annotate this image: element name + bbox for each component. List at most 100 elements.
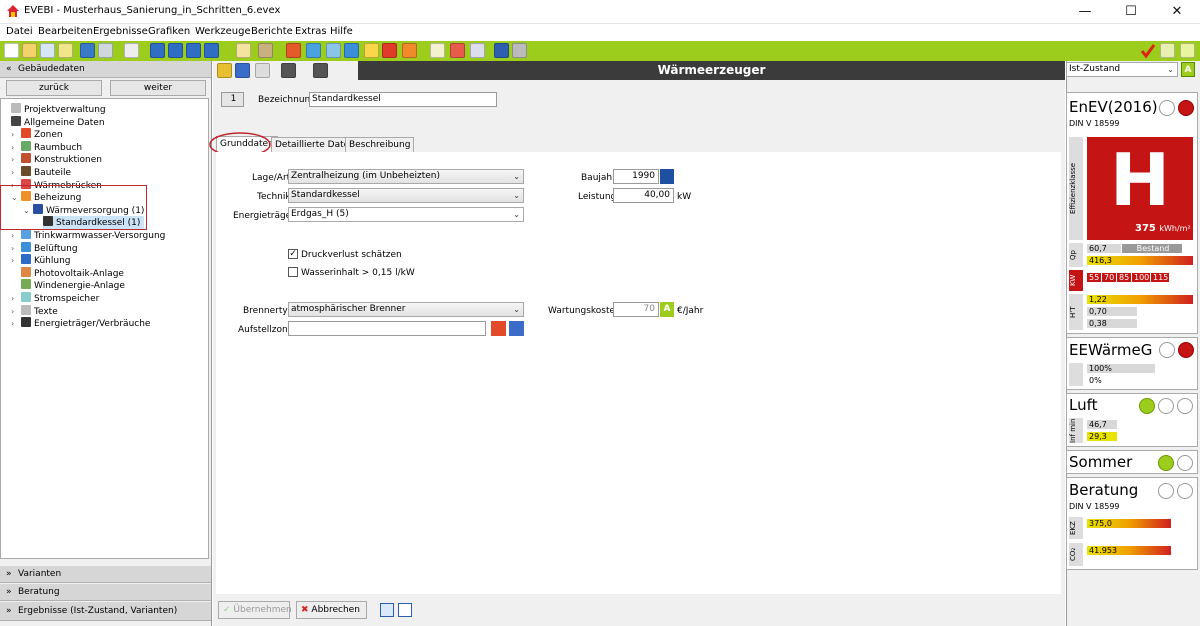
technik-select[interactable]: Standardkessel ⌄	[288, 188, 524, 203]
import-icon[interactable]	[80, 43, 95, 58]
tree-view: Projektverwaltung Allgemeine Daten › Zone…	[0, 98, 209, 559]
dena-icon[interactable]	[98, 43, 113, 58]
building-icon[interactable]	[286, 43, 301, 58]
house-tool-icon[interactable]	[402, 43, 417, 58]
qp-ist-bar: 416,3	[1087, 256, 1193, 265]
tree-item[interactable]: › Konstruktionen	[11, 153, 102, 166]
tree-item[interactable]: › Zonen	[11, 128, 63, 141]
info-icon[interactable]	[512, 43, 527, 58]
section-ergebnisse[interactable]: » Ergebnisse (Ist-Zustand, Varianten)	[0, 602, 211, 621]
menu-extras[interactable]: Extras	[295, 26, 327, 37]
tree-item[interactable]: › Trinkwarmwasser-Versorgung	[11, 229, 165, 242]
luft-title: Luft	[1069, 396, 1098, 414]
refresh-icon[interactable]	[470, 43, 485, 58]
tree-item[interactable]: › Belüftung	[11, 241, 78, 255]
energietraeger-select[interactable]: Erdgas_H (5) ⌄	[288, 207, 524, 222]
section-gebaeudedaten[interactable]: «Gebäudedaten	[0, 61, 211, 78]
menu-bar: Datei Bearbeiten Ergebnisse Grafiken Wer…	[0, 24, 1200, 42]
cancel-button[interactable]: ✖ Abbrechen	[296, 601, 367, 619]
transfer-icon[interactable]	[1160, 43, 1175, 58]
close-button[interactable]: ✕	[1154, 0, 1200, 24]
save-icon[interactable]	[40, 43, 55, 58]
state-a-badge[interactable]: A	[1181, 62, 1195, 77]
tree-item[interactable]: › Stromspeicher	[11, 292, 99, 305]
air-icon[interactable]	[326, 43, 341, 58]
person-icon	[11, 115, 21, 126]
brenner-select[interactable]: atmosphärischer Brenner ⌄	[288, 302, 524, 317]
forward-button[interactable]: weiter	[110, 80, 206, 96]
menu-bearbeiten[interactable]: Bearbeiten	[38, 26, 93, 37]
check-mark-icon[interactable]	[1140, 43, 1156, 59]
wand-icon[interactable]	[124, 43, 139, 58]
auto-a-badge[interactable]: A	[660, 302, 674, 317]
tank-icon[interactable]	[313, 63, 328, 78]
wasserinhalt-label: Wasserinhalt > 0,15 l/kW	[301, 268, 415, 278]
tree-item[interactable]: › Energieträger/Verbräuche	[11, 317, 150, 330]
state-select[interactable]: Ist-Zustand ⌄	[1066, 62, 1178, 77]
section-beratung[interactable]: » Beratung	[0, 584, 211, 601]
aufstell-field[interactable]	[288, 321, 486, 336]
view-list-icon[interactable]	[380, 603, 394, 617]
back-button[interactable]: zurück	[6, 80, 102, 96]
tree-item[interactable]: Photovoltaik-Anlage	[11, 266, 124, 280]
copy-icon[interactable]	[255, 63, 270, 78]
qp-bestand-bar: 60,7	[1087, 244, 1121, 253]
select-value: atmosphärischer Brenner	[291, 304, 406, 314]
wartung-field[interactable]: 70	[613, 302, 659, 317]
electric-icon[interactable]	[382, 43, 397, 58]
cancel-x-icon: ✖	[301, 605, 312, 615]
menu-berichte[interactable]: Berichte	[251, 26, 293, 37]
cooling-icon[interactable]	[344, 43, 359, 58]
chart-icon[interactable]	[450, 43, 465, 58]
eew-bar: 0%	[1087, 376, 1155, 385]
minimize-button[interactable]: —	[1062, 0, 1108, 24]
name-field[interactable]: Standardkessel	[309, 92, 497, 107]
move-icon[interactable]	[235, 63, 250, 78]
component-icon[interactable]	[281, 63, 296, 78]
menu-ergebnisse[interactable]: Ergebnisse	[93, 26, 148, 37]
zone-house-icon[interactable]	[491, 321, 506, 336]
trend-icon[interactable]	[1180, 43, 1195, 58]
add-icon[interactable]	[217, 63, 232, 78]
grid-icon[interactable]	[306, 43, 321, 58]
snow-icon	[21, 254, 31, 265]
menu-grafiken[interactable]: Grafiken	[148, 26, 190, 37]
nav-first-icon[interactable]	[150, 43, 165, 58]
tree-item[interactable]: › Texte	[11, 304, 58, 318]
sun-icon[interactable]	[364, 43, 379, 58]
leistung-unit: kW	[677, 192, 692, 202]
tree-icon[interactable]	[236, 43, 251, 58]
edit-pencil-icon[interactable]	[660, 169, 674, 184]
new-file-icon[interactable]	[4, 43, 19, 58]
zone-transfer-icon[interactable]	[509, 321, 524, 336]
section-varianten[interactable]: » Varianten	[0, 566, 211, 583]
tab-beschreibung[interactable]: Beschreibung	[345, 137, 415, 152]
tree-item[interactable]: Allgemeine Daten	[11, 115, 105, 129]
tree-item[interactable]: Windenergie-Anlage	[11, 279, 125, 292]
class-value: 375 kWh/m²	[1135, 223, 1191, 234]
tree-item[interactable]: Projektverwaltung	[11, 103, 106, 116]
menu-datei[interactable]: Datei	[6, 26, 33, 37]
report-icon[interactable]	[430, 43, 445, 58]
tree-item[interactable]: › Raumbuch	[11, 140, 82, 154]
help-icon[interactable]	[494, 43, 509, 58]
wasserinhalt-checkbox[interactable]	[288, 267, 298, 277]
open-folder-icon[interactable]	[22, 43, 37, 58]
lage-select[interactable]: Zentralheizung (im Unbeheizten) ⌄	[288, 169, 524, 184]
menu-werkzeuge[interactable]: Werkzeuge	[195, 26, 251, 37]
leistung-field[interactable]: 40,00	[613, 188, 674, 203]
menu-hilfe[interactable]: Hilfe	[330, 26, 353, 37]
view-table-icon[interactable]	[398, 603, 412, 617]
nav-next-icon[interactable]	[186, 43, 201, 58]
status-circle	[1159, 100, 1175, 116]
baujahr-field[interactable]: 1990	[613, 169, 659, 184]
druckverlust-checkbox[interactable]: ✓	[288, 249, 298, 259]
nav-prev-icon[interactable]	[168, 43, 183, 58]
maximize-button[interactable]: ☐	[1108, 0, 1154, 24]
apply-button[interactable]: ✓ Übernehmen	[218, 601, 292, 619]
tree-item[interactable]: › Kühlung	[11, 254, 70, 267]
nav-last-icon[interactable]	[204, 43, 219, 58]
tree-item[interactable]: › Bauteile	[11, 166, 71, 179]
export-icon[interactable]	[58, 43, 73, 58]
wall-tool-icon[interactable]	[258, 43, 273, 58]
